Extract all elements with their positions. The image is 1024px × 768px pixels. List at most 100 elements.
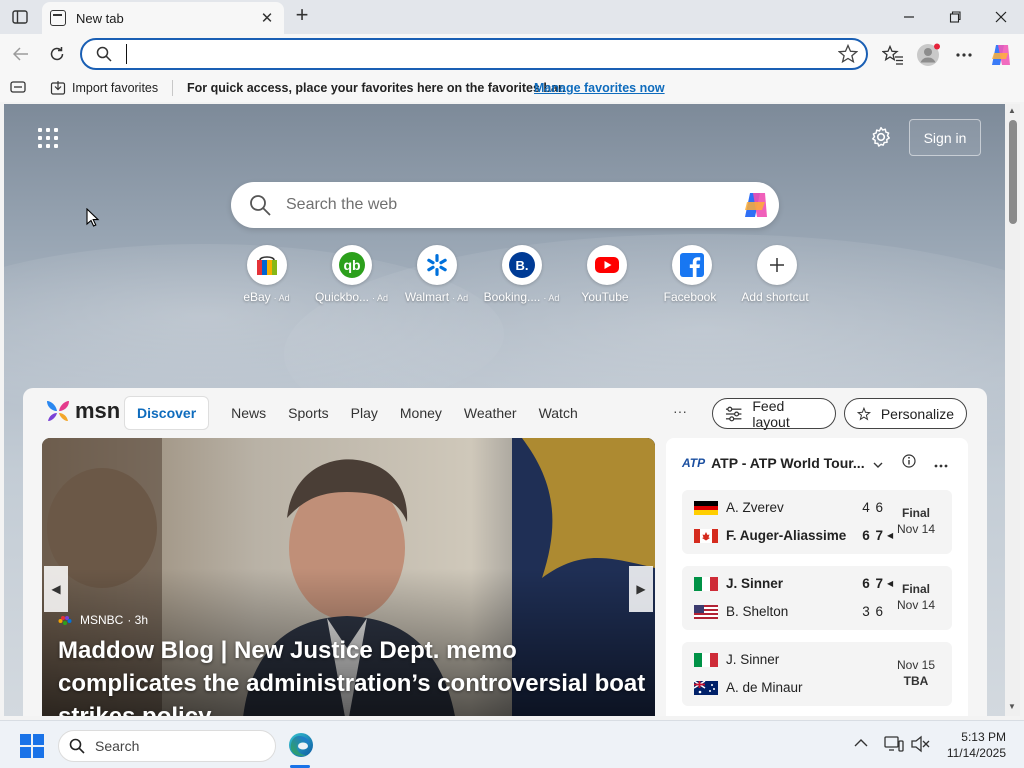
- chevron-up-icon[interactable]: [854, 735, 868, 753]
- usa-flag-icon: [694, 604, 718, 619]
- tab-actions-icon[interactable]: [8, 6, 32, 28]
- new-tab-button[interactable]: +: [290, 4, 314, 28]
- germany-flag-icon: [694, 500, 718, 515]
- shortcut-facebook[interactable]: Facebook: [649, 245, 734, 304]
- youtube-icon: [586, 245, 627, 285]
- match-card[interactable]: J. Sinner 6 7 ◀ B. Shelton 3 6 Final Nov…: [682, 566, 952, 630]
- add-shortcut-button[interactable]: Add shortcut: [734, 245, 819, 304]
- system-clock[interactable]: 5:13 PM 11/14/2025: [940, 729, 1006, 761]
- add-favorite-star-icon[interactable]: [837, 43, 859, 69]
- chevron-down-icon[interactable]: [873, 455, 883, 471]
- import-favorites-label: Import favorites: [72, 81, 159, 95]
- msn-logo[interactable]: msn: [45, 398, 120, 424]
- feed-nav: Discover News Sports Play Money Weather …: [124, 396, 600, 430]
- shortcut-label: Walmart · Ad: [404, 290, 469, 304]
- import-favorites-button[interactable]: Import favorites: [50, 80, 158, 96]
- info-icon[interactable]: [902, 454, 916, 471]
- feed-tab-sports[interactable]: Sports: [288, 396, 342, 430]
- match-card[interactable]: A. Zverev 4 6 F. Auger-Aliassime 6 7 ◀ F…: [682, 490, 952, 554]
- shortcut-label: Add shortcut: [741, 290, 809, 304]
- web-search-input[interactable]: [286, 193, 726, 217]
- new-tab-page: Sign in eBay· Ad qb Quickbo...· Ad Walm: [4, 104, 1005, 716]
- shortcut-booking[interactable]: B. Booking.... · Ad: [479, 245, 564, 304]
- sliders-icon: [725, 406, 742, 421]
- restore-button[interactable]: [932, 4, 978, 30]
- feed-tab-play[interactable]: Play: [351, 396, 392, 430]
- scroll-up-arrow-icon[interactable]: ▲: [1008, 106, 1016, 115]
- mouse-cursor-icon: [86, 208, 100, 227]
- scrollbar-thumb[interactable]: [1009, 120, 1017, 224]
- match-status: Nov 15 TBA: [896, 658, 936, 688]
- copilot-icon[interactable]: [988, 42, 1014, 68]
- scroll-down-arrow-icon[interactable]: ▼: [1008, 702, 1016, 711]
- league-title[interactable]: ATP - ATP World Tour...: [711, 455, 864, 471]
- player-row: B. Shelton 3 6: [694, 604, 887, 619]
- manage-favorites-link[interactable]: Manage favorites now: [534, 81, 665, 95]
- hero-story-card[interactable]: ◀ ▶ MSNBC · 3h Maddow Blog | New Justice…: [42, 438, 655, 716]
- feed-layout-button[interactable]: Feed layout: [712, 398, 836, 430]
- msnbc-peacock-icon: [58, 616, 72, 625]
- match-card[interactable]: J. Sinner A. de Minaur Nov 15 TBA: [682, 642, 952, 706]
- feed-tab-news[interactable]: News: [231, 396, 280, 430]
- taskbar-search[interactable]: Search: [58, 730, 276, 762]
- hero-next-button[interactable]: ▶: [629, 566, 653, 612]
- italy-flag-icon: [694, 576, 718, 591]
- more-options-icon[interactable]: [951, 42, 977, 68]
- plus-icon: [756, 245, 797, 285]
- title-bar: New tab ✕ +: [0, 0, 1024, 34]
- settings-gear-icon[interactable]: [870, 126, 892, 153]
- favorites-bar: Import favorites For quick access, place…: [0, 74, 1024, 102]
- import-icon: [50, 81, 66, 95]
- feed-tab-money[interactable]: Money: [400, 396, 456, 430]
- windows-start-icon[interactable]: [20, 734, 44, 758]
- favorites-menu-icon[interactable]: [10, 81, 26, 96]
- facebook-icon: [671, 245, 712, 285]
- player-row: A. Zverev 4 6: [694, 500, 887, 515]
- atp-logo-icon: ATP: [682, 455, 706, 470]
- tab-new-tab[interactable]: New tab ✕: [42, 2, 284, 34]
- walmart-icon: [416, 245, 457, 285]
- network-icon[interactable]: [884, 735, 904, 758]
- page-scrollbar[interactable]: ▲ ▼: [1005, 104, 1020, 716]
- close-window-button[interactable]: [978, 4, 1024, 30]
- apps-launcher-icon[interactable]: [38, 128, 58, 148]
- match-status: Final Nov 14: [896, 506, 936, 536]
- favorites-icon[interactable]: [880, 42, 906, 68]
- shortcut-walmart[interactable]: Walmart · Ad: [394, 245, 479, 304]
- refresh-button[interactable]: [42, 40, 72, 68]
- minimize-button[interactable]: [886, 4, 932, 30]
- italy-flag-icon: [694, 652, 718, 667]
- hero-prev-button[interactable]: ◀: [44, 566, 68, 612]
- back-button[interactable]: [6, 40, 36, 68]
- search-icon: [249, 194, 271, 221]
- shortcut-ebay[interactable]: eBay · Ad: [224, 245, 309, 304]
- address-input[interactable]: [126, 44, 826, 64]
- personalize-button[interactable]: Personalize: [844, 398, 967, 429]
- shortcut-youtube[interactable]: YouTube: [564, 245, 649, 304]
- address-bar[interactable]: [80, 38, 868, 70]
- copilot-search-icon[interactable]: [741, 190, 771, 220]
- hero-source-name: MSNBC: [80, 613, 124, 627]
- favorites-divider: [172, 80, 173, 96]
- ebay-icon: [246, 245, 287, 285]
- feed-tab-weather[interactable]: Weather: [464, 396, 531, 430]
- shortcut-label: Facebook: [663, 290, 717, 304]
- feed-more-icon[interactable]: ···: [673, 403, 687, 419]
- card-more-icon[interactable]: [934, 455, 948, 471]
- shortcut-label: eBay · Ad: [243, 290, 290, 304]
- feed-tab-watch[interactable]: Watch: [539, 396, 592, 430]
- shortcut-quickbooks[interactable]: qb Quickbo... · Ad: [309, 245, 394, 304]
- edge-app-icon[interactable]: [285, 729, 317, 761]
- shortcut-label: Booking.... · Ad: [483, 290, 560, 304]
- sign-in-button[interactable]: Sign in: [909, 119, 981, 156]
- close-tab-icon[interactable]: ✕: [258, 9, 276, 27]
- quickbooks-icon: qb: [331, 245, 372, 285]
- profile-avatar[interactable]: [915, 42, 941, 68]
- tab-title: New tab: [76, 10, 124, 26]
- volume-muted-icon[interactable]: [910, 735, 930, 758]
- hero-headline[interactable]: Maddow Blog | New Justice Dept. memo com…: [58, 634, 655, 716]
- web-search-box[interactable]: [231, 182, 779, 228]
- booking-icon: B.: [501, 245, 542, 285]
- feed-tab-discover[interactable]: Discover: [124, 396, 210, 430]
- clock-date: 11/14/2025: [946, 746, 1006, 760]
